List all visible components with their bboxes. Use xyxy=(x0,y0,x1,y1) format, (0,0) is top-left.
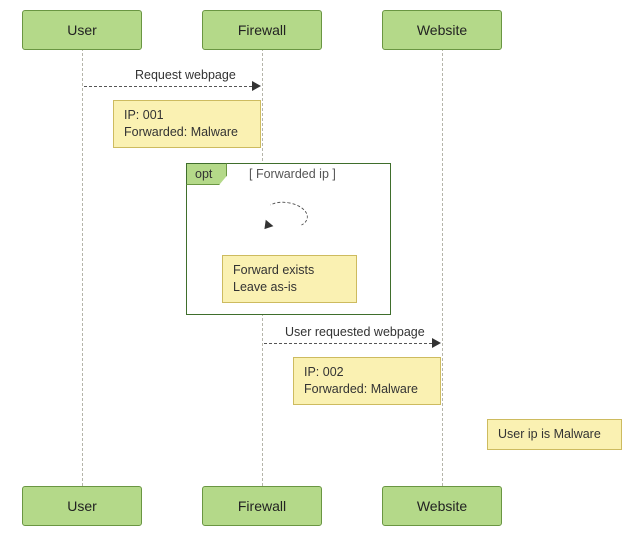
note-line: Leave as-is xyxy=(233,279,346,296)
message-label: User requested webpage xyxy=(285,325,425,339)
actor-user-bottom: User xyxy=(22,486,142,526)
arrowhead-icon xyxy=(252,81,261,91)
note-line: Forwarded: Malware xyxy=(304,381,430,398)
lifeline-website xyxy=(442,48,443,486)
message-label: Request webpage xyxy=(135,68,236,82)
actor-label: Website xyxy=(417,22,467,38)
note-line: IP: 001 xyxy=(124,107,250,124)
opt-tab-label: opt xyxy=(195,167,212,181)
note-line: IP: 002 xyxy=(304,364,430,381)
actor-website-bottom: Website xyxy=(382,486,502,526)
lifeline-user xyxy=(82,48,83,486)
actor-label: User xyxy=(67,498,97,514)
actor-user-top: User xyxy=(22,10,142,50)
note: User ip is Malware xyxy=(487,419,622,450)
note-line: User ip is Malware xyxy=(498,426,611,443)
actor-label: Firewall xyxy=(238,498,286,514)
message-arrow xyxy=(84,86,252,87)
actor-website-top: Website xyxy=(382,10,502,50)
note-line: Forwarded: Malware xyxy=(124,124,250,141)
opt-tab: opt xyxy=(186,163,227,185)
note: IP: 002 Forwarded: Malware xyxy=(293,357,441,405)
sequence-diagram: User Firewall Website Request webpage IP… xyxy=(0,0,640,544)
note-line: Forward exists xyxy=(233,262,346,279)
note: IP: 001 Forwarded: Malware xyxy=(113,100,261,148)
message-arrow xyxy=(264,343,432,344)
actor-label: Website xyxy=(417,498,467,514)
opt-guard: [ Forwarded ip ] xyxy=(249,167,336,181)
note: Forward exists Leave as-is xyxy=(222,255,357,303)
actor-label: User xyxy=(67,22,97,38)
actor-firewall-bottom: Firewall xyxy=(202,486,322,526)
actor-label: Firewall xyxy=(238,22,286,38)
actor-firewall-top: Firewall xyxy=(202,10,322,50)
arrowhead-icon xyxy=(432,338,441,348)
